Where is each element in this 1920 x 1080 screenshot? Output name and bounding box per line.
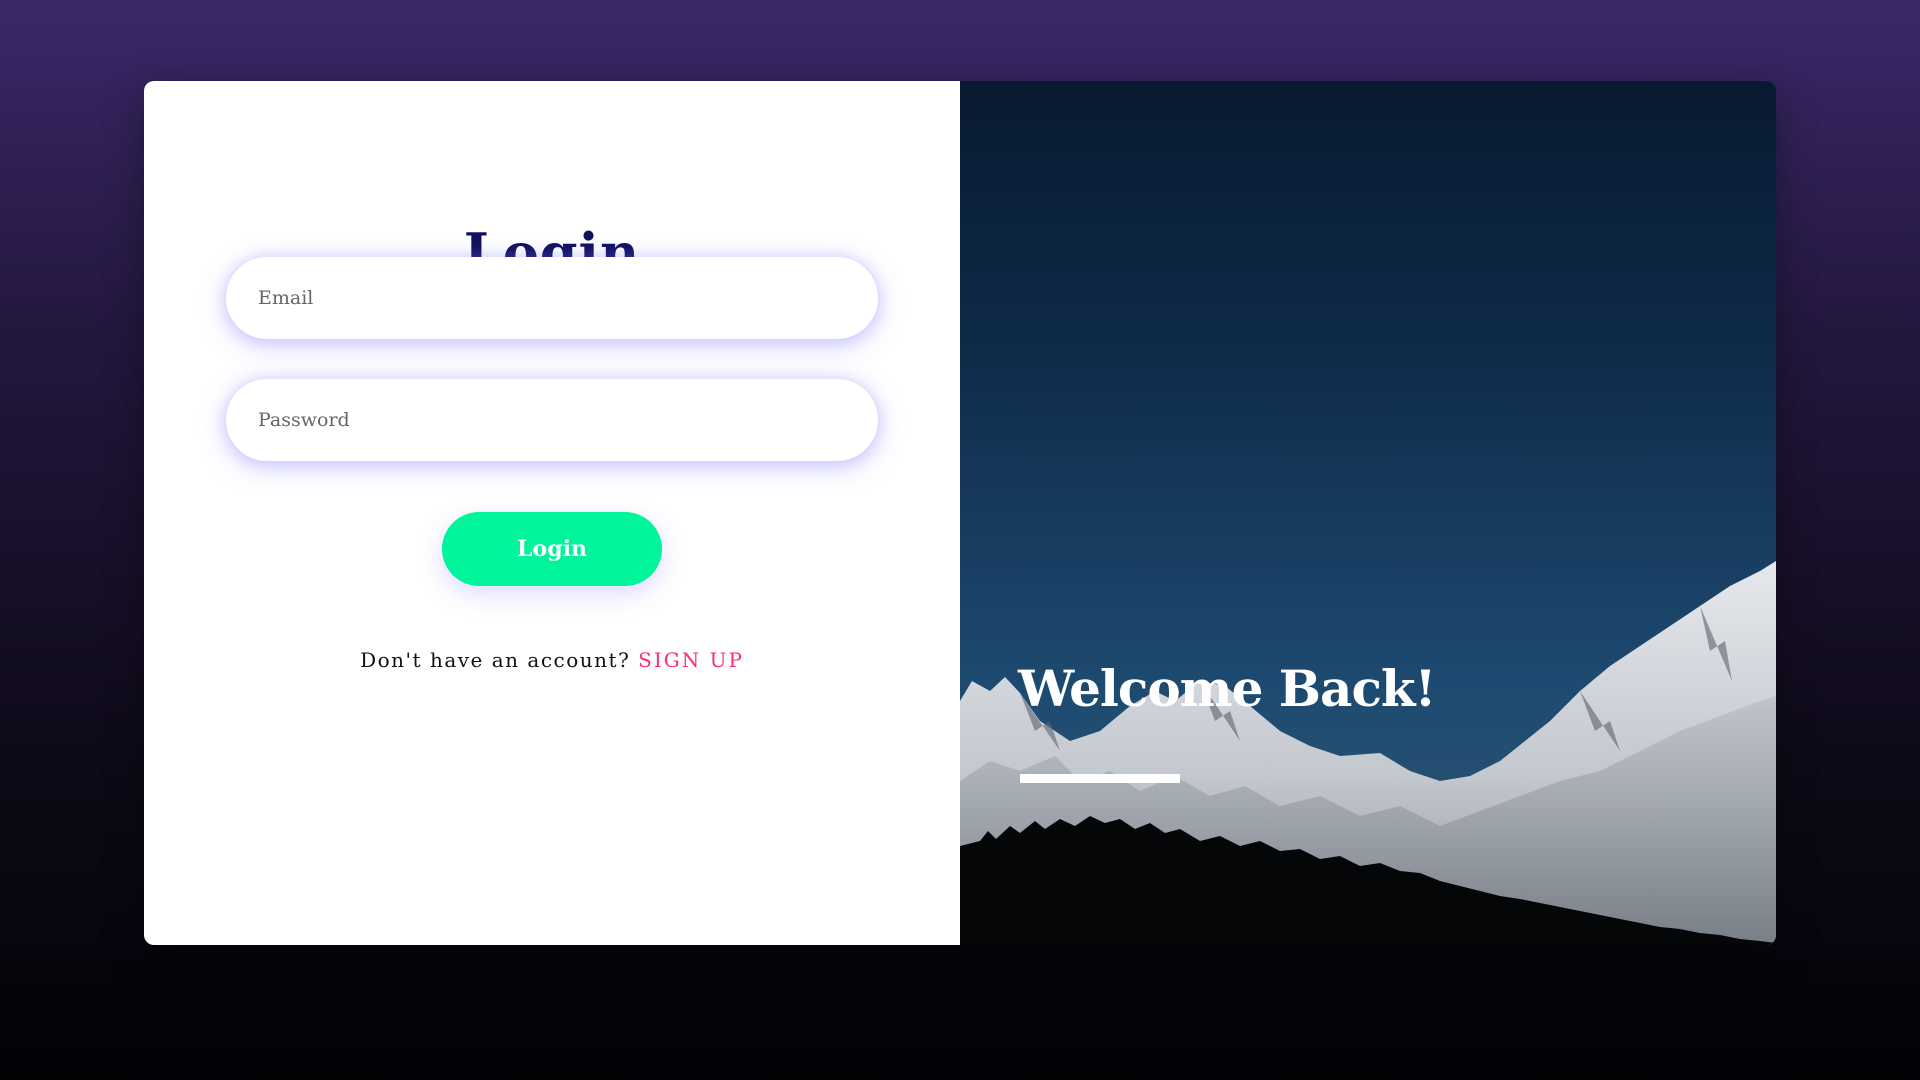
password-input[interactable] (256, 408, 878, 432)
login-card: Login Login Don't have an account? SIGN … (144, 81, 1776, 945)
email-input[interactable] (256, 286, 878, 310)
signup-row: Don't have an account? SIGN UP (144, 648, 960, 672)
mountain-background-image (960, 561, 1776, 945)
email-field-wrapper (226, 257, 878, 339)
welcome-underline-divider (1020, 774, 1180, 783)
hero-panel: Welcome Back! (960, 81, 1776, 945)
welcome-title: Welcome Back! (1018, 659, 1436, 718)
signup-link[interactable]: SIGN UP (638, 648, 744, 672)
login-panel: Login Login Don't have an account? SIGN … (144, 81, 960, 945)
signup-prompt: Don't have an account? (360, 648, 631, 672)
password-field-wrapper (226, 379, 878, 461)
login-button[interactable]: Login (442, 512, 662, 586)
